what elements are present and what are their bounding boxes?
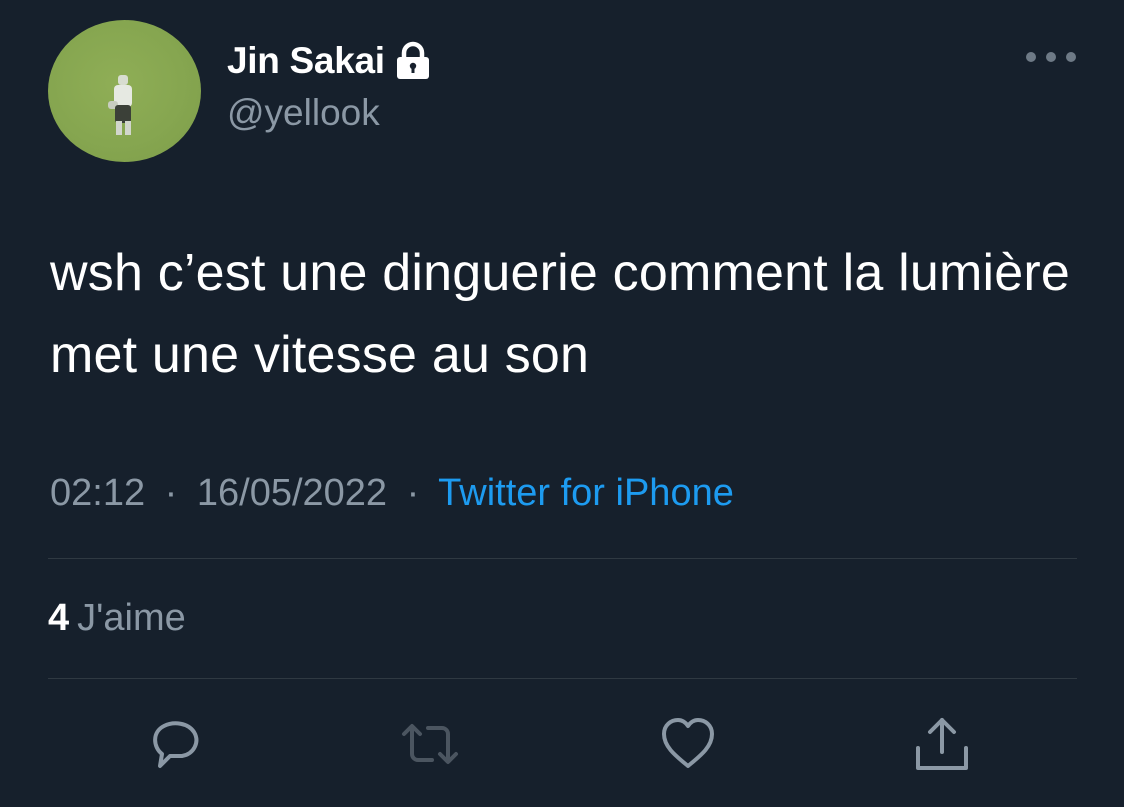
reply-icon xyxy=(153,721,199,768)
tweet-source-link[interactable]: Twitter for iPhone xyxy=(438,472,734,514)
meta-separator: · xyxy=(406,472,420,514)
lock-icon xyxy=(395,41,431,81)
likes-label: J'aime xyxy=(77,597,186,639)
tweet-text: wsh c’est une dinguerie comment la lumiè… xyxy=(50,244,1070,384)
likes-count: 4 xyxy=(48,597,70,639)
tweet-date[interactable]: 16/05/2022 xyxy=(197,472,387,514)
tweet-time[interactable]: 02:12 xyxy=(50,472,145,514)
reply-button[interactable] xyxy=(144,712,208,776)
like-button[interactable] xyxy=(656,712,720,776)
avatar-figure-icon xyxy=(108,75,132,135)
tweet-meta: 02:12 · 16/05/2022 · Twitter for iPhone xyxy=(50,472,734,515)
more-dot-icon xyxy=(1026,52,1036,62)
divider xyxy=(48,558,1077,559)
tweet-detail: Jin Sakai @yellook wsh c’est une dinguer… xyxy=(0,0,1124,807)
likes-stat[interactable]: 4 J'aime xyxy=(48,597,186,640)
heart-icon xyxy=(662,718,714,768)
more-options-button[interactable] xyxy=(1026,44,1076,70)
more-dot-icon xyxy=(1046,52,1056,62)
retweet-icon xyxy=(402,724,458,764)
divider xyxy=(48,678,1077,679)
more-dot-icon xyxy=(1066,52,1076,62)
avatar[interactable] xyxy=(48,20,201,162)
display-name[interactable]: Jin Sakai xyxy=(227,40,385,82)
retweet-button[interactable] xyxy=(398,712,462,776)
share-button[interactable] xyxy=(910,712,974,776)
handle[interactable]: @yellook xyxy=(227,92,380,134)
meta-separator: · xyxy=(164,472,178,514)
author-name-row: Jin Sakai xyxy=(227,38,431,84)
share-icon xyxy=(916,718,968,770)
